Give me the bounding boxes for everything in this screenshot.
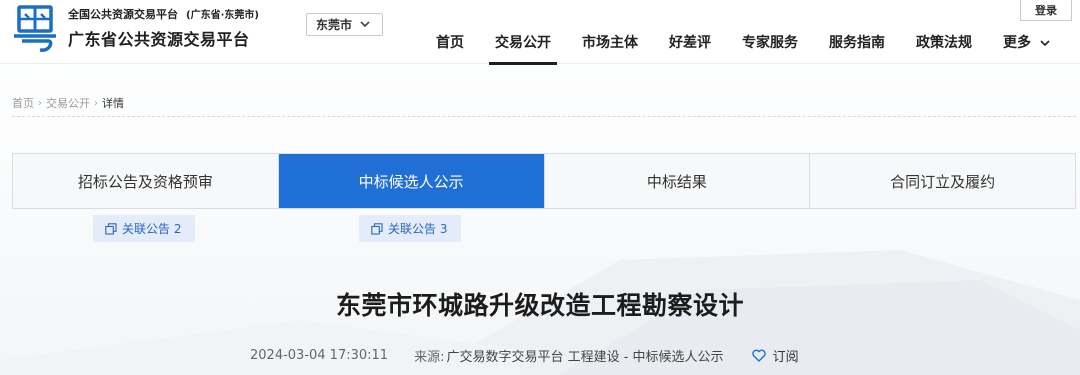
breadcrumb-separator-icon: ›	[94, 97, 98, 109]
subscribe-button[interactable]: 订阅	[751, 346, 799, 365]
nav-item-expert-service[interactable]: 专家服务	[742, 26, 798, 64]
breadcrumb-current: 详情	[102, 97, 124, 110]
breadcrumb-separator-icon: ›	[38, 97, 42, 109]
breadcrumb: 首页 › 交易公开 › 详情	[12, 95, 124, 111]
nav-item-market-entities[interactable]: 市场主体	[582, 26, 638, 64]
nav-more-label: 更多	[1003, 35, 1031, 51]
tab-winning-candidates[interactable]: 中标候选人公示	[278, 154, 545, 208]
tab-winning-result[interactable]: 中标结果	[544, 154, 811, 208]
nav-item-service-guide[interactable]: 服务指南	[829, 26, 885, 64]
nav-item-review[interactable]: 好差评	[669, 26, 711, 64]
chevron-down-icon	[360, 21, 370, 28]
site-header: 全国公共资源交易平台 (广东省·东莞市) 广东省公共资源交易平台 东莞市 首页 交…	[0, 0, 1080, 65]
platform-name[interactable]: 广东省公共资源交易平台	[68, 26, 250, 50]
stage-tabs: 招标公告及资格预审 中标候选人公示 中标结果 合同订立及履约	[12, 153, 1076, 209]
related-notices-badge[interactable]: 关联公告 2	[93, 215, 196, 242]
chevron-down-icon	[1040, 40, 1050, 47]
article-title: 东莞市环城路升级改造工程勘察设计	[335, 291, 744, 320]
breadcrumb-divider	[12, 116, 1076, 117]
platform-top-title: 全国公共资源交易平台 (广东省·东莞市)	[68, 6, 259, 22]
city-selected-label: 东莞市	[316, 18, 353, 32]
publish-datetime: 2024-03-04 17:30:11	[250, 348, 389, 363]
platform-region: (广东省·东莞市)	[186, 10, 259, 21]
login-button[interactable]: 登录	[1020, 0, 1072, 21]
related-notices-label: 关联公告 3	[388, 222, 448, 236]
article-meta: 2024-03-04 17:30:11 来源: 广交易数字交易平台 工程建设 -…	[250, 346, 799, 365]
nav-item-policies[interactable]: 政策法规	[916, 26, 972, 64]
copy-icon	[371, 222, 383, 235]
breadcrumb-home[interactable]: 首页	[12, 95, 34, 111]
main-nav: 首页 交易公开 市场主体 好差评 专家服务 服务指南 政策法规 更多	[436, 26, 1050, 65]
copy-icon	[105, 222, 117, 235]
subscribe-label: 订阅	[772, 350, 799, 365]
nav-item-more[interactable]: 更多	[1003, 26, 1050, 64]
related-notices-label: 关联公告 2	[122, 222, 182, 236]
heart-icon	[751, 349, 766, 362]
nav-item-home[interactable]: 首页	[436, 26, 464, 64]
related-notices-badge[interactable]: 关联公告 3	[359, 215, 462, 242]
platform-top-label: 全国公共资源交易平台	[68, 8, 178, 21]
source-text: 广交易数字交易平台 工程建设 - 中标候选人公示	[446, 350, 724, 365]
source-label: 来源:	[414, 350, 445, 365]
logo-icon[interactable]	[10, 3, 60, 53]
nav-item-trading-public[interactable]: 交易公开	[489, 26, 557, 65]
tab-tender-announcement[interactable]: 招标公告及资格预审	[13, 154, 279, 208]
tab-contract[interactable]: 合同订立及履约	[810, 154, 1075, 208]
city-select[interactable]: 东莞市	[306, 13, 383, 36]
breadcrumb-trading-public[interactable]: 交易公开	[46, 95, 90, 111]
